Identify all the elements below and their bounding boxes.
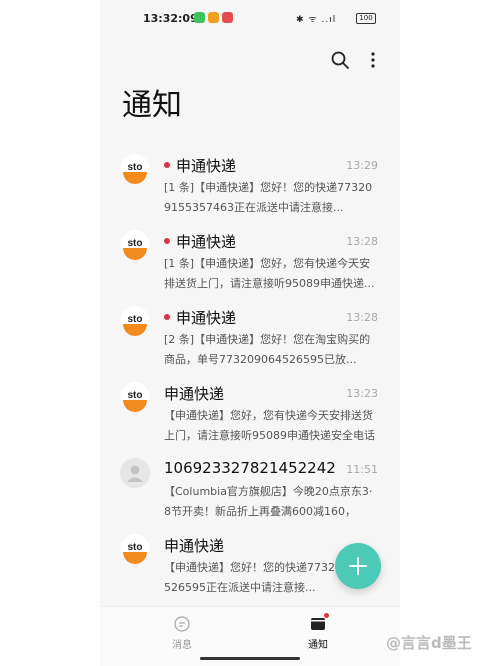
svg-text:sto: sto: [128, 162, 143, 173]
unread-dot: [164, 162, 170, 168]
app-notification-icon-2: [222, 12, 233, 23]
compose-button[interactable]: [335, 543, 381, 589]
battery-icon: 100: [356, 13, 376, 24]
more-options-icon[interactable]: [368, 50, 378, 70]
notification-preview: 【申通快递】您好，您有快递今天安排送货上门，请注意接听95089申通快递安全电话: [164, 409, 375, 442]
unread-dot: [164, 238, 170, 244]
svg-text:sto: sto: [128, 238, 143, 249]
notification-time: 13:28: [346, 235, 378, 248]
message-icon: [174, 616, 190, 632]
tab-notifications-label: 通知: [308, 640, 328, 651]
avatar: sto: [120, 306, 150, 336]
phone-screen: 13:32:09 ✱ ᯤ ..ıl 100 通知 sto 申通快递 13:29 [1 …: [100, 0, 400, 666]
avatar: sto: [120, 534, 150, 564]
plus-icon: [349, 557, 367, 575]
avatar: sto: [120, 154, 150, 184]
status-bar: 13:32:09 ✱ ᯤ ..ıl 100: [100, 0, 400, 36]
sto-logo-icon: sto: [120, 306, 150, 336]
sto-logo-icon: sto: [120, 382, 150, 412]
status-time: 13:32:09: [143, 12, 198, 25]
unread-dot: [164, 314, 170, 320]
notification-sender: 申通快递: [164, 385, 225, 403]
sto-logo-icon: sto: [120, 534, 150, 564]
svg-text:sto: sto: [128, 314, 143, 325]
search-icon[interactable]: [330, 50, 350, 70]
notification-sender: 106923327821452242: [164, 459, 336, 477]
notification-sender: 申通快递: [176, 233, 237, 251]
notification-preview: 【Columbia官方旗舰店】今晚20点京东3·8节开卖！新品折上再叠满600减…: [164, 485, 373, 518]
svg-text:sto: sto: [128, 390, 143, 401]
notification-item[interactable]: sto 申通快递 13:28 [1 条]【申通快递】您好，您有快递今天安排送货上门，请…: [100, 224, 400, 300]
signal-icons: ✱ ᯤ ..ıl: [296, 15, 337, 25]
notification-sender: 申通快递: [176, 157, 237, 175]
notification-preview: [1 条]【申通快递】您好！您的快递773209155357463正在派送中请注…: [164, 181, 373, 214]
notification-sender: 申通快递: [176, 309, 237, 327]
sto-logo-icon: sto: [120, 230, 150, 260]
avatar: sto: [120, 230, 150, 260]
notification-preview: [2 条]【申通快递】您好！您在淘宝购买的商品，单号77320906452659…: [164, 333, 371, 366]
notification-item[interactable]: sto 申通快递 13:28 [2 条]【申通快递】您好！您在淘宝购买的商品，单号77…: [100, 300, 400, 376]
home-indicator[interactable]: [200, 657, 300, 660]
notification-time: 13:28: [346, 311, 378, 324]
watermark: @言言d墨王: [386, 634, 472, 652]
tab-messages[interactable]: 消息: [152, 615, 212, 651]
tab-messages-label: 消息: [172, 640, 192, 651]
avatar: [120, 458, 150, 488]
tab-notifications[interactable]: 通知: [288, 613, 348, 651]
notification-sender: 申通快递: [164, 537, 225, 555]
notification-time: 13:29: [346, 159, 378, 172]
notification-item[interactable]: sto 申通快递 13:29 [1 条]【申通快递】您好！您的快递7732091553…: [100, 148, 400, 224]
wechat-icon: [194, 12, 205, 23]
svg-text:sto: sto: [128, 542, 143, 553]
notification-time: 13:23: [346, 387, 378, 400]
notification-time: 11:51: [346, 463, 378, 476]
top-actions: [100, 50, 400, 74]
notification-item[interactable]: sto 申通快递 13:23 【申通快递】您好，您有快递今天安排送货上门，请注意接听9…: [100, 376, 400, 452]
notification-item[interactable]: 106923327821452242 11:51 【Columbia官方旗舰店】今晚…: [100, 452, 400, 528]
notification-badge: [324, 613, 329, 618]
avatar: sto: [120, 382, 150, 412]
app-notification-icon: [208, 12, 219, 23]
notification-preview: [1 条]【申通快递】您好，您有快递今天安排送货上门，请注意接听95089申通快…: [164, 257, 375, 290]
person-icon: [120, 458, 150, 488]
sto-logo-icon: sto: [120, 154, 150, 184]
page-title: 通知: [122, 88, 182, 123]
